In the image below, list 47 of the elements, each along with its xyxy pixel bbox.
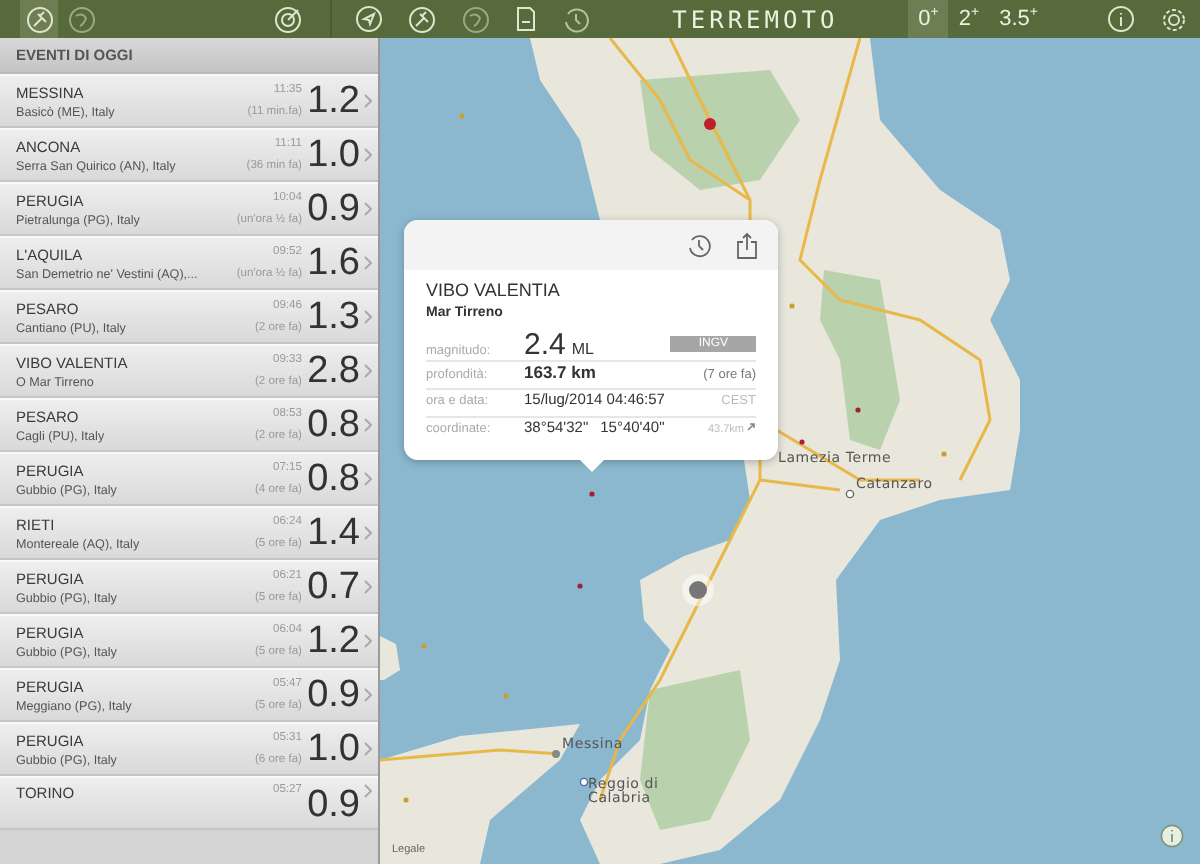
chevron-icon <box>364 256 372 270</box>
depth-value: 163.7 km <box>524 362 596 382</box>
location-arrow-icon[interactable] <box>356 6 383 32</box>
arrow-icon <box>746 422 756 432</box>
sidebar-tab[interactable] <box>20 0 58 38</box>
chevron-icon <box>364 784 372 798</box>
history-icon[interactable] <box>686 232 712 258</box>
magnitude-unit: ML <box>571 340 594 358</box>
event-magnitude: 1.2 <box>305 79 360 123</box>
chevron-icon <box>364 94 372 108</box>
share-icon[interactable] <box>736 231 758 259</box>
chevron-icon <box>364 310 372 324</box>
magnitude-filter[interactable]: 3.5$^{+}$ <box>989 0 1048 38</box>
chevron-icon <box>364 202 372 216</box>
chevron-icon <box>364 472 372 486</box>
hammer-icon <box>25 5 53 33</box>
hammer-icon[interactable] <box>408 5 437 33</box>
info-icon[interactable] <box>1160 824 1184 848</box>
event-magnitude: 0.8 <box>305 457 360 501</box>
event-magnitude: 0.7 <box>305 565 360 609</box>
chevron-icon <box>364 418 372 432</box>
chevron-icon <box>364 580 372 594</box>
chevron-icon <box>364 526 372 540</box>
event-magnitude: 1.3 <box>305 295 360 339</box>
radar-icon[interactable] <box>274 5 303 33</box>
event-magnitude: 1.0 <box>305 727 360 771</box>
event-magnitude: 1.6 <box>305 241 360 285</box>
event-magnitude: 0.8 <box>305 403 360 447</box>
event-magnitude: 0.9 <box>305 187 360 231</box>
event-magnitude: 1.2 <box>305 619 360 663</box>
magnitude-value: 2.4 <box>524 328 566 362</box>
chevron-icon <box>364 742 372 756</box>
app-title: TERREMOTO <box>672 5 839 33</box>
chevron-icon <box>364 688 372 702</box>
event-magnitude: 1.4 <box>305 511 360 555</box>
magnitude-filter[interactable]: 2$^{+}$ <box>948 0 990 38</box>
magnitude-filter[interactable]: 0$^{+}$ <box>908 0 949 38</box>
chevron-icon <box>364 634 372 648</box>
chevron-icon <box>364 364 372 378</box>
event-magnitude: 0.9 <box>305 673 360 717</box>
event-magnitude: 0.9 <box>305 784 360 828</box>
chevron-icon <box>364 148 372 162</box>
event-magnitude: 1.0 <box>305 133 360 177</box>
popup-title: VIBO VALENTIA <box>426 280 562 300</box>
settings-icon[interactable] <box>1160 5 1188 33</box>
document-icon[interactable] <box>516 6 537 32</box>
event-magnitude: 2.8 <box>305 349 360 393</box>
